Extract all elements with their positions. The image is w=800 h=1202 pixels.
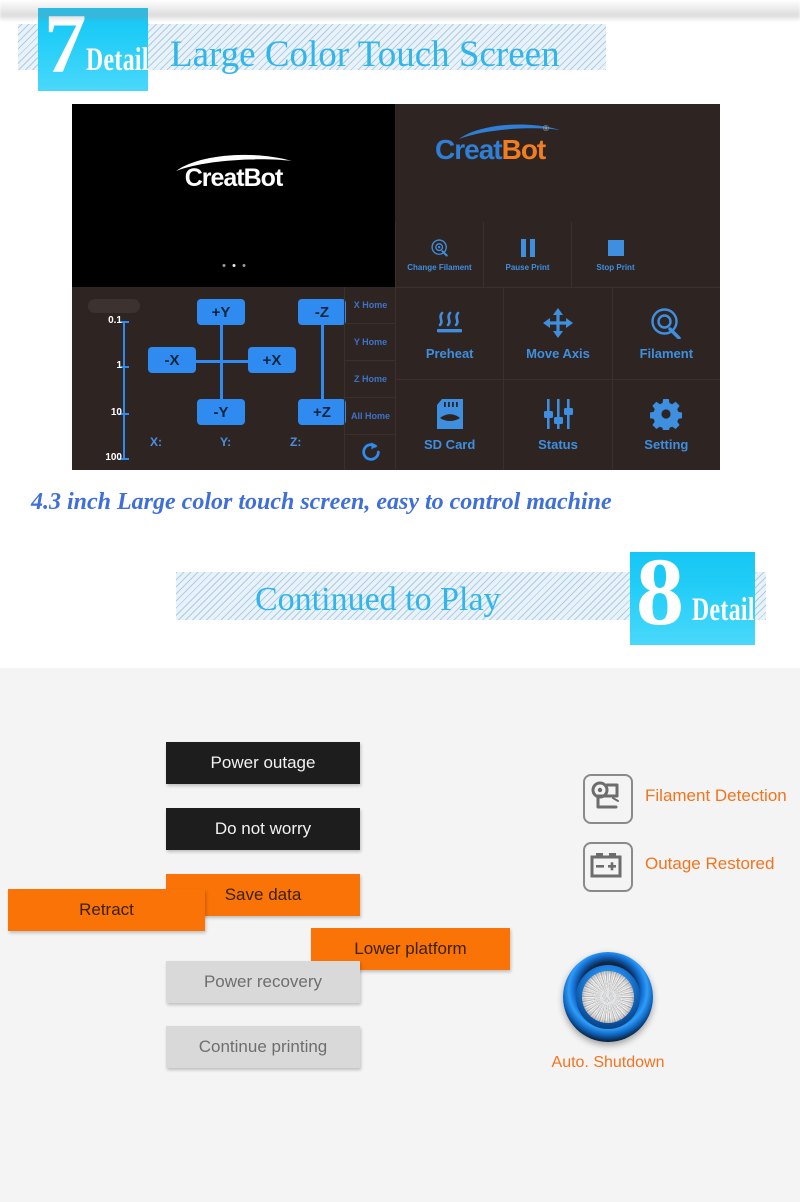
coordinate-z-label: Z:	[290, 435, 302, 449]
battery-icon	[583, 842, 633, 892]
outage-restored-label: Outage Restored	[645, 854, 775, 873]
button-stop-print[interactable]: Stop Print	[571, 222, 659, 287]
video-preview-panel: CreatBot	[72, 104, 395, 287]
coordinate-y-label: Y:	[220, 435, 232, 449]
jog-button-x-minus[interactable]: -X	[148, 347, 196, 373]
jog-button-x-plus[interactable]: +X	[248, 347, 296, 373]
gear-icon	[650, 397, 683, 431]
menu-label: SD Card	[424, 437, 476, 453]
step-size-scale[interactable]: 0.1 1 10 100	[76, 291, 144, 470]
menu-item-status[interactable]: Status	[503, 378, 612, 470]
filament-detection-label: Filament Detection	[645, 786, 787, 805]
section-8-number: 8	[636, 552, 684, 645]
menu-item-filament[interactable]: Filament	[611, 287, 720, 379]
menu-label: Move Axis	[526, 345, 590, 361]
section-7-caption: 4.3 inch Large color touch screen, easy …	[31, 489, 612, 515]
brand-text-first: Creat	[435, 134, 503, 165]
section-7-title: Large Color Touch Screen	[170, 34, 560, 75]
section-7-detail-label: Detail	[86, 42, 148, 78]
flow-step-power-recovery: Power recovery	[166, 961, 360, 1003]
registered-mark-icon: ®	[543, 124, 549, 133]
auto-shutdown-label: Auto. Shutdown	[551, 1054, 665, 1071]
filament-spool-icon	[650, 306, 682, 340]
button-change-filament[interactable]: Change Filament	[395, 222, 483, 287]
flow-step-continue-printing: Continue printing	[166, 1026, 360, 1068]
step-indicator-pill	[88, 299, 140, 313]
loading-dot	[222, 264, 225, 267]
menu-label: Status	[538, 437, 578, 453]
four-way-arrows-icon	[542, 306, 574, 340]
menu-item-preheat[interactable]: Preheat	[395, 287, 504, 379]
step-value-1: 1	[116, 360, 122, 371]
loading-dot	[242, 264, 245, 267]
jog-button-z-minus[interactable]: -Z	[298, 299, 346, 325]
power-outage-recovery-section: Power outage Do not worry Save data Retr…	[0, 668, 800, 1202]
print-control-buttons: Change Filament Pause Print Stop Print	[395, 222, 720, 287]
flow-step-power-outage: Power outage	[166, 742, 360, 784]
brand-text-second: Bot	[501, 134, 547, 165]
section-divider-shadow	[0, 0, 800, 22]
flow-step-do-not-worry: Do not worry	[166, 808, 360, 850]
loading-dot-active	[232, 264, 235, 267]
menu-label: Filament	[639, 345, 694, 361]
step-value-0: 0.1	[108, 315, 122, 326]
home-buttons-column: X Home Y Home Z Home All Home	[344, 287, 396, 470]
step-value-2: 10	[110, 407, 122, 418]
menu-label: Preheat	[425, 345, 474, 361]
video-brand-text: CreatBot	[184, 164, 284, 192]
menu-item-setting[interactable]: Setting	[611, 378, 720, 470]
section-8-detail-label: Detail	[692, 592, 755, 628]
button-label: Stop Print	[596, 263, 635, 272]
menu-item-sd-card[interactable]: SD Card	[395, 378, 504, 470]
section-8-number-box: 8 Detail	[630, 552, 755, 645]
button-refresh[interactable]	[345, 435, 396, 474]
menu-label: Setting	[644, 437, 689, 453]
sd-card-icon	[436, 397, 464, 431]
auto-shutdown-power-button[interactable]	[563, 952, 653, 1042]
button-z-home[interactable]: Z Home	[345, 361, 396, 398]
filament-detection-icon	[583, 774, 633, 824]
button-all-home[interactable]: All Home	[345, 398, 396, 435]
jog-button-y-plus[interactable]: +Y	[197, 299, 245, 325]
button-label: Change Filament	[407, 263, 472, 272]
pause-icon	[519, 237, 537, 259]
loading-dots	[222, 264, 245, 267]
video-brand-logo: CreatBot	[184, 164, 284, 192]
step-value-3: 100	[105, 452, 122, 463]
flow-step-retract: Retract	[8, 889, 205, 931]
coordinate-x-label: X:	[150, 435, 162, 449]
jog-button-z-plus[interactable]: +Z	[298, 399, 346, 425]
button-x-home[interactable]: X Home	[345, 287, 396, 324]
brand-panel: CreatBot ®	[395, 104, 720, 222]
power-button-cap	[582, 971, 634, 1023]
button-pause-print[interactable]: Pause Print	[483, 222, 571, 287]
power-icon	[600, 987, 616, 1005]
step-scale-line	[123, 321, 125, 460]
menu-item-move-axis[interactable]: Move Axis	[503, 287, 612, 379]
sliders-icon	[543, 397, 573, 431]
refresh-icon	[360, 441, 382, 468]
heat-waves-icon	[434, 306, 466, 340]
jog-button-y-minus[interactable]: -Y	[197, 399, 245, 425]
section-8-title: Continued to Play	[255, 581, 501, 618]
brand-logo: CreatBot	[435, 134, 547, 165]
main-menu-grid: Preheat Move Axis Filament SD Card Statu…	[395, 287, 720, 470]
button-y-home[interactable]: Y Home	[345, 324, 396, 361]
move-axis-panel: 0.1 1 10 100 +Y -X +X -Y -Z +Z X: Y: Z: …	[72, 287, 396, 470]
stop-square-icon	[607, 237, 625, 259]
button-label: Pause Print	[505, 263, 550, 272]
filament-spool-icon	[430, 237, 450, 259]
touch-screen-mockup: CreatBot CreatBot ® Change Filament Paus…	[72, 104, 720, 470]
